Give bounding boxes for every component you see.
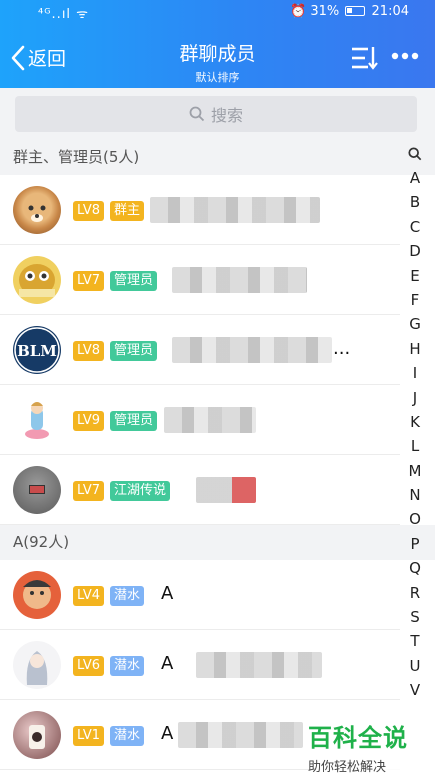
avatar — [13, 571, 61, 619]
index-letter[interactable]: P — [404, 532, 426, 556]
member-row[interactable]: LV4 潜水 A — [0, 560, 400, 630]
role-tag: 潜水 — [110, 656, 145, 676]
avatar — [13, 641, 61, 689]
index-letter[interactable]: R — [404, 581, 426, 605]
index-letter[interactable]: N — [404, 483, 426, 507]
signal-wifi-indicator: ⁴ᴳ..ıl ᯤ — [38, 7, 90, 22]
section-header-a: A(92人) — [0, 525, 435, 560]
status-right: ⏰ 31% 21:04 — [290, 4, 409, 19]
watermark-logo: 百科全说 助你轻松解决 — [308, 718, 432, 775]
role-tag: 群主 — [110, 201, 145, 221]
member-name: ... — [333, 338, 351, 359]
blurred-name — [196, 652, 322, 678]
index-letter[interactable]: I — [404, 361, 426, 385]
index-letter[interactable]: G — [404, 312, 426, 336]
level-badge: LV8 — [73, 341, 104, 361]
sort-icon[interactable] — [350, 45, 378, 71]
role-tag: 潜水 — [110, 726, 145, 746]
role-tag: 管理员 — [110, 341, 158, 361]
svg-text:BLM: BLM — [17, 342, 57, 360]
avatar — [13, 396, 61, 444]
battery-icon — [345, 6, 366, 16]
index-letter[interactable]: T — [404, 629, 426, 653]
watermark-brand: 百科全说 — [308, 724, 408, 752]
member-name: A — [161, 653, 174, 674]
watermark-slogan: 助你轻松解决 — [308, 756, 432, 775]
index-letter[interactable]: S — [404, 605, 426, 629]
search-input[interactable]: 搜索 — [15, 96, 417, 132]
index-letter[interactable]: K — [404, 410, 426, 434]
index-letter[interactable]: J — [404, 386, 426, 410]
index-letter[interactable]: Q — [404, 556, 426, 580]
index-letter[interactable]: E — [404, 264, 426, 288]
level-badge: LV7 — [73, 481, 104, 501]
role-tag: 江湖传说 — [110, 481, 171, 501]
level-badge: LV1 — [73, 726, 104, 746]
search-bar: 搜索 — [0, 88, 435, 140]
avatar — [13, 466, 61, 514]
blurred-name — [172, 267, 307, 293]
index-letter[interactable]: U — [404, 654, 426, 678]
index-letter[interactable]: B — [404, 190, 426, 214]
role-tag: 管理员 — [110, 271, 158, 291]
index-search-icon[interactable] — [404, 146, 426, 166]
blurred-name — [172, 337, 332, 363]
index-letter[interactable]: O — [404, 507, 426, 531]
top-bar: ⁴ᴳ..ıl ᯤ ⏰ 31% 21:04 返回 群聊成员 默认排序 — [0, 0, 435, 88]
level-badge: LV6 — [73, 656, 104, 676]
blurred-name — [178, 722, 303, 748]
member-name: A — [161, 723, 174, 744]
index-letter[interactable]: C — [404, 215, 426, 239]
member-row[interactable]: LV7 江湖传说 — [0, 455, 400, 525]
alarm-icon: ⏰ — [290, 4, 307, 19]
role-tag: 潜水 — [110, 586, 145, 606]
index-letter[interactable]: L — [404, 434, 426, 458]
index-letter[interactable]: D — [404, 239, 426, 263]
search-icon — [189, 106, 205, 122]
blurred-name — [150, 197, 320, 223]
alphabet-index[interactable]: ABCDEFGHIJKLMNOPQRSTUV — [404, 146, 426, 703]
battery-percent: 31% — [310, 4, 340, 19]
avatar — [13, 711, 61, 759]
level-badge: LV9 — [73, 411, 104, 431]
more-icon[interactable] — [391, 51, 419, 61]
member-row[interactable]: LV7 管理员 — [0, 245, 400, 315]
avatar — [13, 186, 61, 234]
search-placeholder: 搜索 — [210, 106, 243, 125]
member-row[interactable]: LV6 潜水 A — [0, 630, 400, 700]
member-row[interactable]: BLM LV8 管理员 ... — [0, 315, 400, 385]
blurred-name — [164, 407, 256, 433]
avatar: BLM — [13, 326, 61, 374]
index-letter[interactable]: A — [404, 166, 426, 190]
member-row[interactable]: LV8 群主 — [0, 175, 400, 245]
status-time: 21:04 — [371, 4, 409, 19]
member-name: A — [161, 583, 174, 604]
role-tag: 管理员 — [110, 411, 158, 431]
index-letter[interactable]: H — [404, 337, 426, 361]
status-bar: ⁴ᴳ..ıl ᯤ ⏰ 31% 21:04 — [0, 0, 435, 24]
level-badge: LV4 — [73, 586, 104, 606]
level-badge: LV7 — [73, 271, 104, 291]
index-letter[interactable]: V — [404, 678, 426, 702]
blurred-name — [196, 477, 256, 503]
level-badge: LV8 — [73, 201, 104, 221]
member-row[interactable]: LV9 管理员 — [0, 385, 400, 455]
avatar — [13, 256, 61, 304]
index-letter[interactable]: F — [404, 288, 426, 312]
index-letter[interactable]: M — [404, 459, 426, 483]
sort-mode-label[interactable]: 默认排序 — [0, 69, 435, 85]
section-header-admins: 群主、管理员(5人) — [0, 140, 435, 175]
